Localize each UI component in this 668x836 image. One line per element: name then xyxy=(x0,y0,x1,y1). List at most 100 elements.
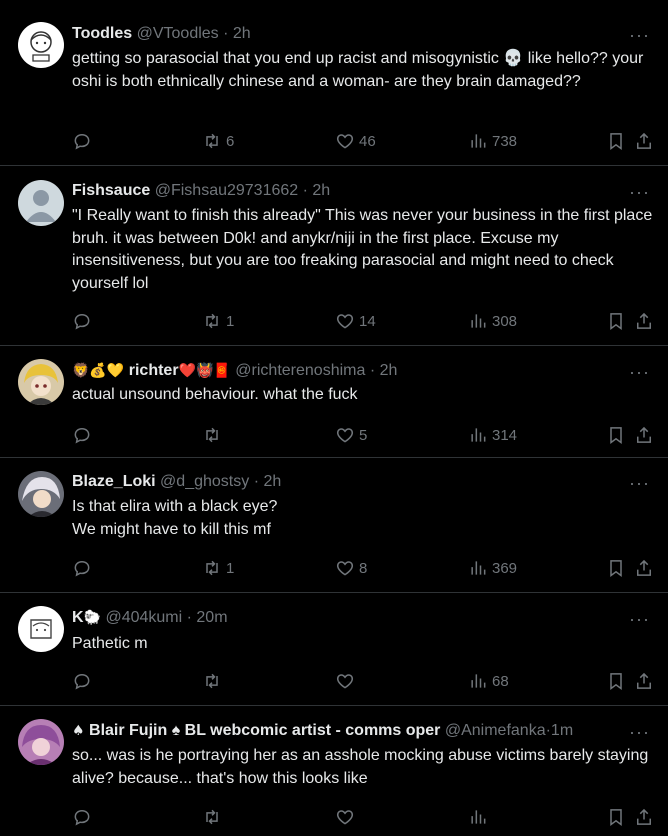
more-icon[interactable]: ··· xyxy=(629,363,650,381)
like-icon xyxy=(335,807,355,827)
like-button[interactable] xyxy=(335,669,359,693)
post[interactable]: K🐑 @404kumi · 20m ··· Pathetic m 68 xyxy=(0,593,668,706)
like-button[interactable]: 5 xyxy=(335,423,367,447)
retweet-icon xyxy=(202,807,222,827)
action-bar: 1 8 369 xyxy=(72,556,654,580)
reply-icon xyxy=(72,311,92,331)
retweet-icon xyxy=(202,558,222,578)
avatar-character-icon xyxy=(22,725,60,765)
reply-icon xyxy=(72,558,92,578)
more-icon[interactable]: ··· xyxy=(629,183,650,201)
avatar[interactable] xyxy=(18,359,64,405)
timestamp[interactable]: 1m xyxy=(551,722,573,739)
bookmark-button[interactable] xyxy=(606,309,626,333)
reply-button[interactable] xyxy=(72,669,92,693)
author-name[interactable]: richter xyxy=(129,362,179,379)
like-button[interactable]: 46 xyxy=(335,129,376,153)
author-handle[interactable]: @VToodles xyxy=(137,25,219,42)
post[interactable]: ♠ Blair Fujin ♠ BL webcomic artist - com… xyxy=(0,706,668,836)
author-name[interactable]: K xyxy=(72,609,84,626)
retweet-icon xyxy=(202,131,222,151)
like-icon xyxy=(335,671,355,691)
share-icon xyxy=(634,558,654,578)
post-header: Blaze_Loki @d_ghostsy · 2h xyxy=(72,471,624,493)
like-button[interactable]: 8 xyxy=(335,556,367,580)
timestamp[interactable]: 2h xyxy=(263,473,281,490)
retweet-icon xyxy=(202,671,222,691)
author-handle[interactable]: @Animefanka xyxy=(445,722,546,739)
timestamp[interactable]: 2h xyxy=(312,182,330,199)
reply-button[interactable] xyxy=(72,423,92,447)
post[interactable]: Fishsauce @Fishsau29731662 · 2h ··· "I R… xyxy=(0,166,668,346)
like-button[interactable] xyxy=(335,805,359,829)
avatar[interactable] xyxy=(18,471,64,517)
timestamp[interactable]: 20m xyxy=(196,609,227,626)
post[interactable]: 🦁💰💛 richter❤️👹🧧 @richterenoshima · 2h ··… xyxy=(0,346,668,458)
views-button[interactable]: 369 xyxy=(468,556,517,580)
views-button[interactable] xyxy=(468,805,492,829)
author-handle[interactable]: @Fishsau29731662 xyxy=(155,182,298,199)
more-icon[interactable]: ··· xyxy=(629,610,650,628)
share-button[interactable] xyxy=(634,309,654,333)
avatar[interactable] xyxy=(18,180,64,226)
bookmark-icon xyxy=(606,131,626,151)
post-text: Is that elira with a black eye? We might… xyxy=(72,498,278,538)
share-button[interactable] xyxy=(634,423,654,447)
action-bar xyxy=(72,805,654,829)
avatar[interactable] xyxy=(18,606,64,652)
retweet-button[interactable]: 6 xyxy=(202,129,234,153)
reply-button[interactable] xyxy=(72,129,92,153)
author-name[interactable]: Toodles xyxy=(72,25,132,42)
views-button[interactable]: 308 xyxy=(468,309,517,333)
retweet-button[interactable] xyxy=(202,805,226,829)
author-name[interactable]: Blaze_Loki xyxy=(72,473,156,490)
post-header: Toodles @VToodles · 2h xyxy=(72,23,624,45)
share-button[interactable] xyxy=(634,669,654,693)
bookmark-button[interactable] xyxy=(606,423,626,447)
post-header: Fishsauce @Fishsau29731662 · 2h xyxy=(72,180,624,202)
retweet-button[interactable] xyxy=(202,423,226,447)
avatar[interactable] xyxy=(18,719,64,765)
views-button[interactable]: 738 xyxy=(468,129,517,153)
bookmark-button[interactable] xyxy=(606,129,626,153)
author-name[interactable]: Blair Fujin ♠ BL webcomic artist - comms… xyxy=(89,722,440,739)
avatar-drawing-icon xyxy=(30,31,52,62)
author-name[interactable]: Fishsauce xyxy=(72,182,150,199)
author-handle[interactable]: @d_ghostsy xyxy=(160,473,249,490)
like-icon xyxy=(335,425,355,445)
timestamp[interactable]: 2h xyxy=(380,362,398,379)
view-count: 738 xyxy=(492,132,518,150)
retweet-icon xyxy=(202,425,222,445)
share-button[interactable] xyxy=(634,129,654,153)
retweet-button[interactable]: 1 xyxy=(202,556,234,580)
bookmark-button[interactable] xyxy=(606,805,626,829)
more-icon[interactable]: ··· xyxy=(629,474,650,492)
post-text: getting so parasocial that you end up ra… xyxy=(72,50,644,90)
like-count: 8 xyxy=(359,559,368,577)
retweet-button[interactable]: 1 xyxy=(202,309,234,333)
avatar[interactable] xyxy=(18,22,64,68)
reply-button[interactable] xyxy=(72,805,92,829)
bookmark-icon xyxy=(606,311,626,331)
bookmark-button[interactable] xyxy=(606,556,626,580)
more-icon[interactable]: ··· xyxy=(629,26,650,44)
post[interactable]: Toodles @VToodles · 2h ··· getting so pa… xyxy=(0,0,668,166)
more-icon[interactable]: ··· xyxy=(629,723,650,741)
share-button[interactable] xyxy=(634,556,654,580)
reply-icon xyxy=(72,671,92,691)
views-button[interactable]: 68 xyxy=(468,669,509,693)
like-button[interactable]: 14 xyxy=(335,309,376,333)
retweet-button[interactable] xyxy=(202,669,226,693)
views-button[interactable]: 314 xyxy=(468,423,517,447)
reply-icon xyxy=(72,131,92,151)
avatar-drawing-icon xyxy=(30,619,52,639)
author-handle[interactable]: @richterenoshima xyxy=(235,362,365,379)
bookmark-button[interactable] xyxy=(606,669,626,693)
reply-button[interactable] xyxy=(72,309,92,333)
author-handle[interactable]: @404kumi xyxy=(105,609,182,626)
reply-button[interactable] xyxy=(72,556,92,580)
share-button[interactable] xyxy=(634,805,654,829)
like-icon xyxy=(335,558,355,578)
timestamp[interactable]: 2h xyxy=(233,25,251,42)
post[interactable]: Blaze_Loki @d_ghostsy · 2h ··· Is that e… xyxy=(0,458,668,593)
